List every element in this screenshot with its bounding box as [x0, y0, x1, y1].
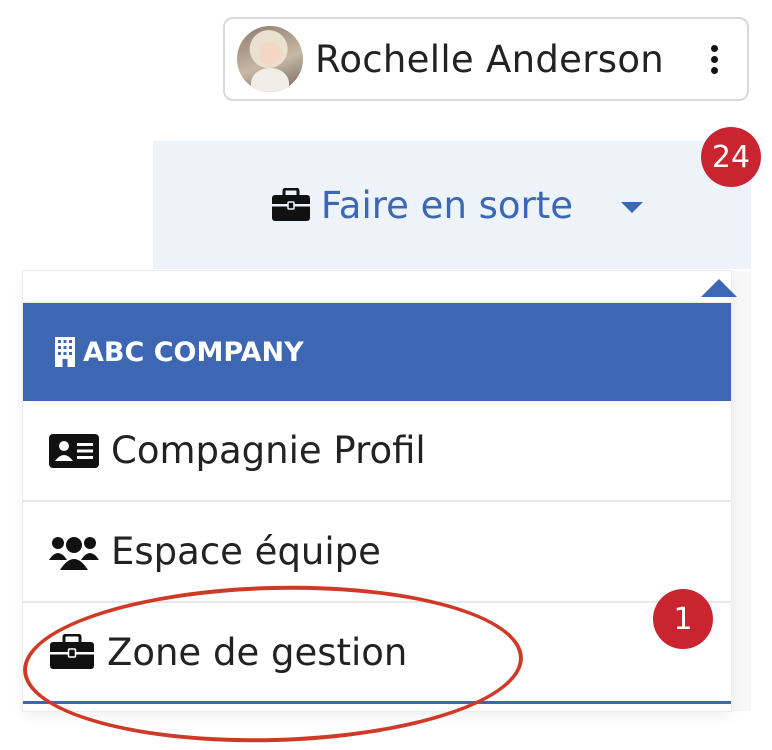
notification-badge: 24 [701, 127, 761, 187]
dropdown-menu: ABC COMPANY Compagnie Profil Espace équi… [23, 271, 737, 711]
menu-item-label: Compagnie Profil [111, 429, 426, 472]
menu-item-label: Espace équipe [111, 530, 381, 573]
caret-down-icon [621, 201, 644, 213]
id-card-icon [49, 433, 99, 468]
tab-faire-en-sorte[interactable]: Faire en sorte [153, 141, 751, 269]
menu-item-espace-equipe[interactable]: Espace équipe [23, 502, 731, 603]
briefcase-icon [49, 634, 95, 670]
avatar [237, 26, 303, 92]
company-name: ABC COMPANY [83, 336, 304, 368]
menu-item-label: Zone de gestion [107, 630, 408, 674]
menu-item-compagnie-profil[interactable]: Compagnie Profil [23, 401, 731, 502]
dropdown-pointer [701, 279, 737, 297]
building-icon [55, 337, 75, 367]
user-menu[interactable]: Rochelle Anderson [223, 17, 749, 101]
dropdown-scroll-edge [731, 271, 751, 711]
tab-label: Faire en sorte [320, 183, 574, 227]
briefcase-icon [271, 188, 311, 222]
item-notification-badge: 1 [653, 589, 713, 649]
kebab-menu-icon[interactable] [711, 45, 719, 74]
users-icon [49, 534, 99, 570]
menu-item-zone-de-gestion[interactable]: Zone de gestion [23, 603, 731, 704]
user-name: Rochelle Anderson [315, 37, 665, 81]
company-header: ABC COMPANY [23, 303, 731, 401]
